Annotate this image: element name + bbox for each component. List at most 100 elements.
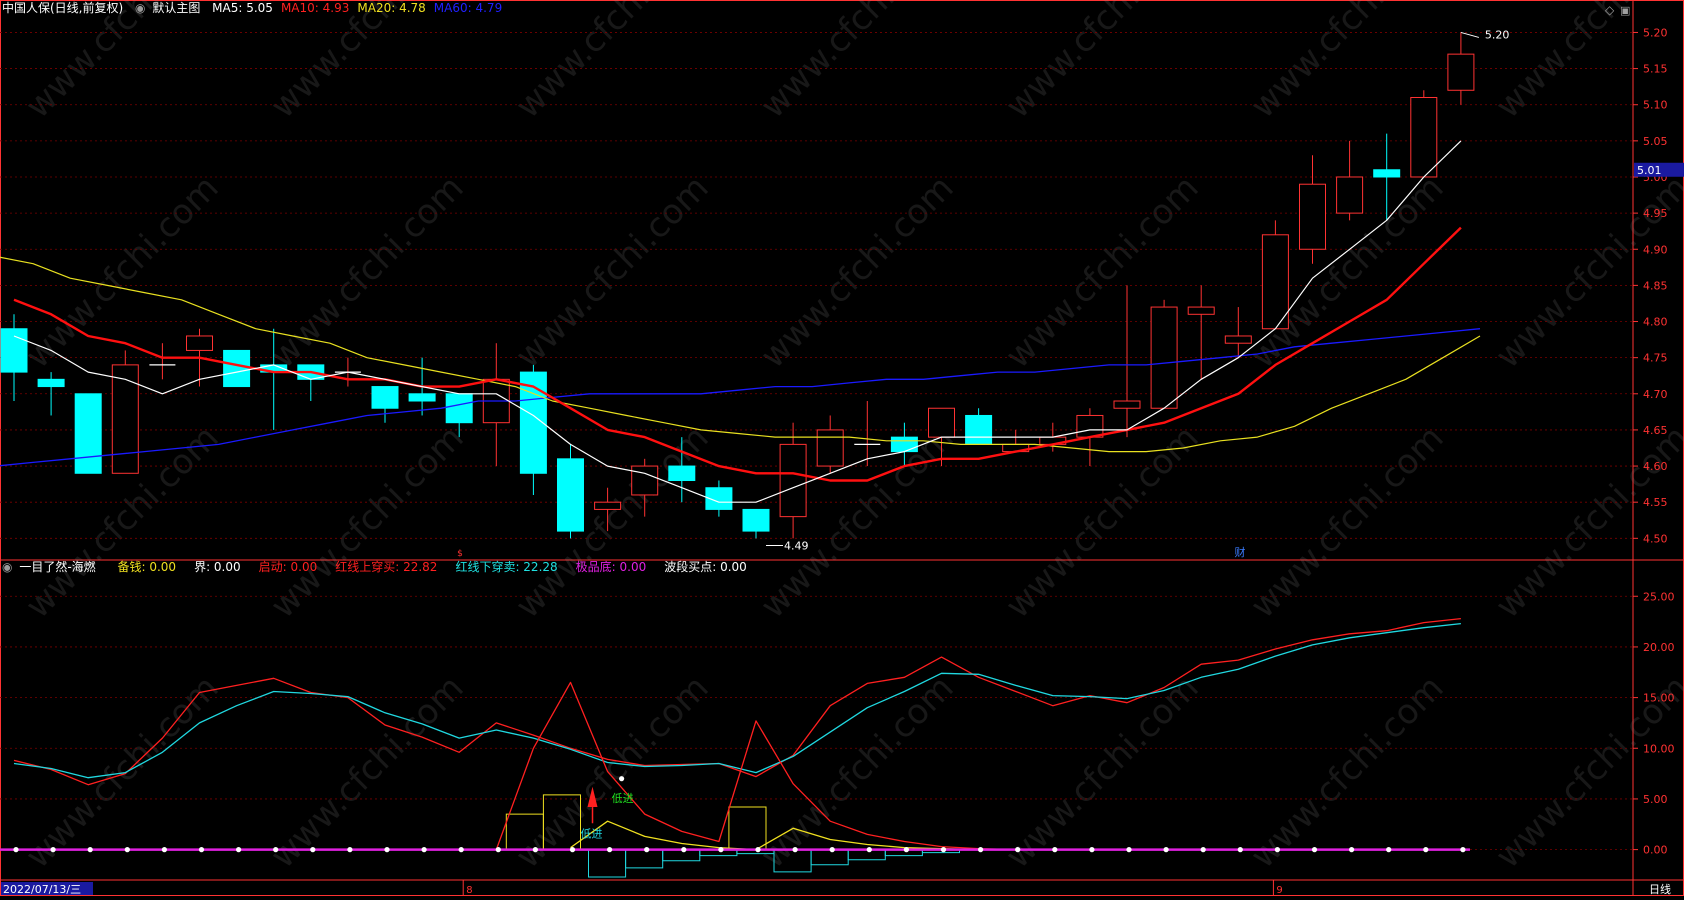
candle-body bbox=[74, 393, 102, 474]
candle bbox=[854, 401, 881, 467]
chart-canvas[interactable]: www.cfchi.com www.cfchi.com www.cfchi.com w… bbox=[0, 0, 1684, 896]
price-tick-label: 4.80 bbox=[1643, 316, 1668, 329]
ma-legend: MA5: 5.05 MA10: 4.93 MA20: 4.78 MA60: 4.79 bbox=[212, 1, 510, 15]
price-tick-label: 4.55 bbox=[1643, 496, 1668, 509]
candle bbox=[149, 343, 176, 380]
baseline-dot bbox=[87, 847, 93, 853]
watermark-text: www.cfchi.com bbox=[263, 0, 472, 126]
indicator-tick-label: 25.00 bbox=[1643, 590, 1675, 603]
ma-label-2: MA20: 4.78 bbox=[357, 1, 426, 15]
indicator-label-5: 极品底: 0.00 bbox=[575, 560, 647, 574]
candle bbox=[1447, 32, 1475, 105]
indicator-label-2: 启动: 0.00 bbox=[258, 560, 318, 574]
baseline-dot bbox=[1460, 847, 1466, 853]
candle-body bbox=[445, 393, 473, 424]
month-label-9: 9 bbox=[1276, 885, 1282, 896]
watermark-text: www.cfchi.com bbox=[508, 0, 717, 126]
indicator-toggle-icon[interactable]: ◉ bbox=[2, 560, 12, 574]
indicator-tick-label: 5.00 bbox=[1643, 793, 1668, 806]
candle-body bbox=[742, 508, 770, 532]
baseline-dot bbox=[198, 847, 205, 853]
watermark-text: www.cfchi.com bbox=[263, 418, 472, 627]
watermark-text: www.cfchi.com bbox=[998, 668, 1207, 877]
price-tick-label: 4.70 bbox=[1643, 388, 1668, 401]
indicator-header: ◉ 一目了然-海燃 备钱: 0.00 界: 0.00 启动: 0.00 红线上穿买: … bbox=[2, 559, 763, 575]
baseline-dot bbox=[1274, 847, 1280, 853]
baseline-dot bbox=[1163, 847, 1169, 853]
candle-body bbox=[1299, 183, 1326, 250]
baseline-dot bbox=[124, 847, 130, 853]
stock-chart-window[interactable]: www.cfchi.com www.cfchi.com www.cfchi.com w… bbox=[0, 0, 1684, 896]
price-tick-label: 4.95 bbox=[1643, 207, 1668, 220]
candle-body bbox=[557, 458, 584, 532]
cyan-step-box bbox=[662, 849, 701, 862]
watermark-text: www.cfchi.com bbox=[18, 668, 227, 877]
baseline-dot bbox=[792, 847, 798, 853]
indicator-label-1: 界: 0.00 bbox=[194, 560, 241, 574]
candle-body bbox=[1076, 414, 1104, 438]
watermark-text: www.cfchi.com bbox=[1243, 418, 1452, 627]
watermark-text: www.cfchi.com bbox=[753, 168, 962, 377]
candle-body bbox=[965, 414, 993, 445]
baseline-dot bbox=[903, 847, 910, 853]
baseline-dot bbox=[1200, 847, 1206, 853]
candle bbox=[0, 314, 28, 402]
watermark-text: www.cfchi.com bbox=[263, 168, 472, 377]
indicator-tick-label: 20.00 bbox=[1643, 641, 1675, 654]
ma-label-1: MA10: 4.93 bbox=[280, 1, 350, 15]
watermark-text: www.cfchi.com bbox=[753, 0, 962, 126]
candle bbox=[1299, 155, 1326, 264]
baseline-dot bbox=[1423, 847, 1429, 853]
indicator-legend: 备钱: 0.00 界: 0.00 启动: 0.00 红线上穿买: 22.82 红线下穿卖… bbox=[107, 560, 754, 574]
candle bbox=[482, 343, 510, 467]
indicator-name[interactable]: 一目了然-海燃 bbox=[19, 560, 95, 574]
baseline-dot bbox=[495, 847, 501, 853]
baseline-dot bbox=[940, 847, 947, 853]
baseline-dot bbox=[1311, 847, 1318, 853]
indicator-label-4: 红线下穿卖: 22.28 bbox=[455, 560, 558, 574]
main-chart-toggle-icon[interactable]: ◉ bbox=[135, 1, 145, 15]
candle bbox=[557, 444, 584, 539]
watermark-text: www.cfchi.com bbox=[18, 0, 227, 126]
candle-body bbox=[111, 364, 139, 474]
baseline-dot bbox=[978, 847, 984, 853]
candle bbox=[297, 364, 325, 402]
candle bbox=[779, 422, 807, 539]
candle bbox=[1150, 299, 1178, 409]
candle-body bbox=[928, 407, 955, 438]
baseline-dot bbox=[384, 847, 390, 853]
candle-body bbox=[631, 465, 659, 496]
price-tick-label: 5.05 bbox=[1643, 135, 1668, 148]
baseline-dot bbox=[532, 847, 539, 853]
watermark-text: www.cfchi.com bbox=[998, 0, 1207, 126]
candle-body bbox=[408, 393, 436, 402]
indicator-label-6: 波段买点: 0.00 bbox=[664, 560, 747, 574]
candle-body bbox=[223, 349, 251, 388]
watermark-text: www.cfchi.com bbox=[508, 668, 717, 877]
month-label-8: 8 bbox=[466, 885, 472, 896]
candle bbox=[371, 386, 399, 423]
period-label: 日线 bbox=[1649, 882, 1671, 896]
baseline-dot bbox=[1089, 847, 1095, 853]
candle-body bbox=[1447, 53, 1475, 91]
low-price-label: 4.49 bbox=[784, 540, 809, 553]
price-tick-label: 5.10 bbox=[1643, 99, 1668, 112]
watermark-text: www.cfchi.com bbox=[508, 168, 717, 377]
candle bbox=[1113, 285, 1141, 438]
candle-body bbox=[1224, 335, 1252, 344]
baseline-dot bbox=[1052, 847, 1058, 853]
low-entry-label-2: 低进 bbox=[612, 792, 634, 805]
ma-label-0: MA5: 5.05 bbox=[212, 1, 273, 15]
baseline-dot bbox=[681, 847, 687, 853]
baseline-dot bbox=[273, 847, 279, 853]
main-chart-name[interactable]: 默认主图 bbox=[152, 1, 200, 15]
baseline-dot bbox=[644, 847, 650, 853]
candle-body bbox=[371, 386, 399, 409]
baseline-dot bbox=[458, 847, 464, 853]
cyan-step-box bbox=[810, 849, 849, 866]
watermark-text: www.cfchi.com bbox=[263, 668, 472, 877]
baseline-dot bbox=[236, 847, 242, 853]
price-tick-label: 4.50 bbox=[1643, 532, 1668, 545]
candle-body bbox=[1187, 306, 1215, 315]
ma-label-3: MA60: 4.79 bbox=[433, 1, 503, 15]
